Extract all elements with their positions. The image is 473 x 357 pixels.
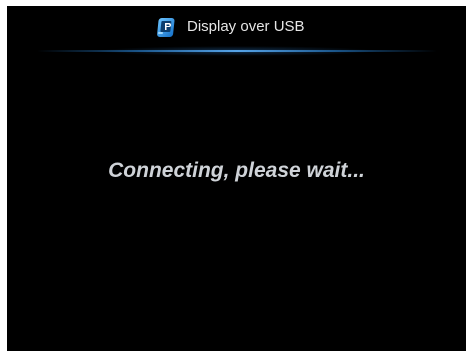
title-bar: Display over USB <box>7 6 466 56</box>
display-app-icon <box>156 16 178 38</box>
window-title: Display over USB <box>187 18 305 35</box>
connection-status-message: Connecting, please wait... <box>108 159 365 182</box>
title-divider <box>37 50 437 52</box>
display-screen: Display over USB Connecting, please wait… <box>7 6 466 351</box>
